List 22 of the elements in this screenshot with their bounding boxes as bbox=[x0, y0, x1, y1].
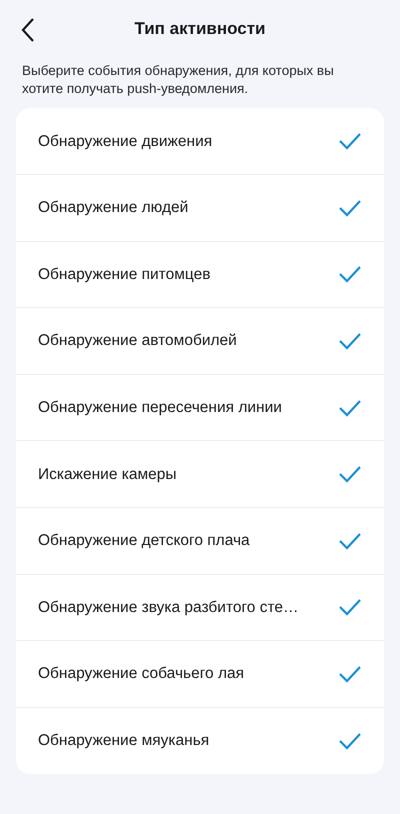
option-label: Обнаружение людей bbox=[38, 198, 188, 218]
option-row[interactable]: Обнаружение звука разбитого сте… bbox=[16, 574, 384, 642]
option-label: Обнаружение автомобилей bbox=[38, 331, 237, 352]
option-label: Обнаружение собачьего лая bbox=[38, 664, 244, 684]
option-row[interactable]: Искажение камеры bbox=[16, 441, 384, 508]
option-row[interactable]: Обнаружение мяуканья bbox=[16, 708, 384, 774]
option-label: Обнаружение движения bbox=[38, 132, 212, 152]
option-row[interactable]: Обнаружение собачьего лая bbox=[16, 641, 384, 708]
option-row[interactable]: Обнаружение детского плача bbox=[16, 508, 384, 575]
option-label: Обнаружение мяуканья bbox=[38, 731, 210, 752]
option-row[interactable]: Обнаружение людей bbox=[16, 175, 384, 242]
option-label: Обнаружение звука разбитого сте… bbox=[38, 598, 299, 618]
option-label: Обнаружение пересечения линии bbox=[38, 398, 282, 418]
option-row[interactable]: Обнаружение питомцев bbox=[16, 242, 384, 308]
option-row[interactable]: Обнаружение пересечения линии bbox=[16, 374, 384, 442]
option-label: Искажение камеры bbox=[38, 464, 177, 485]
option-label: Обнаружение питомцев bbox=[38, 264, 210, 285]
option-label: Обнаружение детского плача bbox=[38, 531, 250, 552]
description-text: Выберите события обнаружения, для которых вы хотите получать push-уведомления. bbox=[22, 62, 335, 98]
option-row[interactable]: Обнаружение движения bbox=[16, 108, 384, 176]
option-row[interactable]: Обнаружение автомобилей bbox=[16, 308, 384, 375]
page-title: Тип активности bbox=[134, 19, 266, 38]
